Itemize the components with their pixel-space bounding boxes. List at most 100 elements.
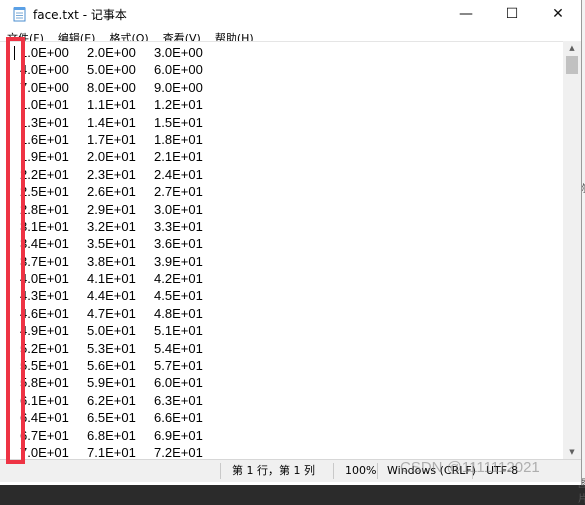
text-value: 4.7E+01: [87, 305, 136, 321]
close-icon: ✕: [552, 6, 564, 22]
text-value: 2.5E+01: [20, 184, 69, 200]
highlight-box: [6, 37, 25, 464]
close-button[interactable]: ✕: [535, 0, 581, 28]
text-value: 1.0E+01: [20, 97, 69, 113]
text-line: 2.5E+01 2.6E+01 2.7E+01: [20, 183, 221, 200]
text-value: 1.7E+01: [87, 131, 136, 147]
text-value: 5.8E+01: [20, 375, 69, 391]
text-value: 7.2E+01: [154, 444, 203, 460]
text-value: 6.9E+01: [154, 427, 203, 443]
text-line: 3.7E+01 3.8E+01 3.9E+01: [20, 253, 221, 270]
text-value: 5.3E+01: [87, 340, 136, 356]
text-value: 4.8E+01: [154, 305, 203, 321]
text-value: 1.1E+01: [87, 97, 136, 113]
text-value: 1.4E+01: [87, 114, 136, 130]
text-value: 6.6E+01: [154, 410, 203, 426]
text-line: 4.6E+01 4.7E+01 4.8E+01: [20, 305, 221, 322]
text-value: 3.2E+01: [87, 218, 136, 234]
text-value: 4.4E+01: [87, 288, 136, 304]
text-value: 2.1E+01: [154, 149, 203, 165]
text-value: 3.3E+01: [154, 218, 203, 234]
text-value: 3.9E+01: [154, 253, 203, 269]
text-line: 4.0E+00 5.0E+00 6.0E+00: [20, 61, 221, 78]
text-value: 6.0E+00: [154, 62, 203, 78]
text-value: 4.2E+01: [154, 271, 203, 287]
text-editor-area[interactable]: 1.0E+00 2.0E+00 3.0E+00 4.0E+00 5.0E+00 6.0E+…: [0, 41, 563, 460]
watermark-text: CSDN @1111112021: [400, 459, 540, 476]
text-line: 6.1E+01 6.2E+01 6.3E+01: [20, 392, 221, 409]
text-value: 2.8E+01: [20, 201, 69, 217]
text-line: 6.7E+01 6.8E+01 6.9E+01: [20, 427, 221, 444]
title-bar[interactable]: face.txt - 记事本 — ☐ ✕: [0, 0, 581, 28]
text-line: 1.3E+01 1.4E+01 1.5E+01: [20, 114, 221, 131]
text-value: 1.0E+00: [20, 45, 69, 60]
minimize-button[interactable]: —: [443, 0, 489, 28]
text-value: 4.0E+00: [20, 62, 69, 78]
text-line: 2.8E+01 2.9E+01 3.0E+01: [20, 201, 221, 218]
text-value: 6.3E+01: [154, 392, 203, 408]
text-value: 5.2E+01: [20, 340, 69, 356]
text-value: 5.9E+01: [87, 375, 136, 391]
text-value: 2.0E+01: [87, 149, 136, 165]
text-line: 4.0E+01 4.1E+01 4.2E+01: [20, 270, 221, 287]
maximize-button[interactable]: ☐: [489, 0, 535, 28]
text-value: 7.0E+01: [20, 444, 69, 460]
text-value: 3.6E+01: [154, 236, 203, 252]
text-value: 3.7E+01: [20, 253, 69, 269]
scroll-up-icon[interactable]: ▲: [563, 41, 581, 55]
status-divider: [377, 463, 378, 479]
text-line: 3.4E+01 3.5E+01 3.6E+01: [20, 235, 221, 252]
text-value: 3.4E+01: [20, 236, 69, 252]
text-value: 6.2E+01: [87, 392, 136, 408]
text-value: 2.7E+01: [154, 184, 203, 200]
text-value: 1.5E+01: [154, 114, 203, 130]
text-value: 3.0E+00: [154, 45, 203, 60]
text-value: 6.4E+01: [20, 410, 69, 426]
text-value: 5.7E+01: [154, 358, 203, 374]
scroll-down-icon[interactable]: ▼: [563, 445, 581, 459]
status-divider: [220, 463, 221, 479]
text-value: 1.6E+01: [20, 131, 69, 147]
text-value: 4.1E+01: [87, 271, 136, 287]
text-value: 4.9E+01: [20, 323, 69, 339]
scroll-thumb[interactable]: [566, 56, 578, 74]
text-value: 5.4E+01: [154, 340, 203, 356]
maximize-icon: ☐: [505, 6, 519, 22]
text-line: 5.8E+01 5.9E+01 6.0E+01: [20, 374, 221, 391]
text-value: 6.8E+01: [87, 427, 136, 443]
zoom-level: 100%: [345, 464, 377, 477]
text-value: 2.6E+01: [87, 184, 136, 200]
text-line: 6.4E+01 6.5E+01 6.6E+01: [20, 409, 221, 426]
text-value: 4.0E+01: [20, 271, 69, 287]
text-line: 2.2E+01 2.3E+01 2.4E+01: [20, 166, 221, 183]
text-value: 9.0E+00: [154, 79, 203, 95]
text-value: 4.3E+01: [20, 288, 69, 304]
text-value: 6.5E+01: [87, 410, 136, 426]
text-line: 7.0E+01 7.1E+01 7.2E+01: [20, 444, 221, 460]
vertical-scrollbar[interactable]: ▲ ▼: [563, 41, 581, 459]
text-value: 1.9E+01: [20, 149, 69, 165]
text-value: 5.0E+00: [87, 62, 136, 78]
text-value: 2.0E+00: [87, 45, 136, 60]
notepad-window: face.txt - 记事本 — ☐ ✕ 文件(F) 编辑(E) 格式(O) 查…: [0, 0, 582, 485]
text-line: 7.0E+00 8.0E+00 9.0E+00: [20, 79, 221, 96]
text-value: 3.0E+01: [154, 201, 203, 217]
text-value: 6.0E+01: [154, 375, 203, 391]
text-value: 2.9E+01: [87, 201, 136, 217]
window-title: face.txt - 记事本: [33, 7, 127, 22]
text-value: 5.5E+01: [20, 358, 69, 374]
window-controls: — ☐ ✕: [443, 0, 581, 28]
text-value: 5.6E+01: [87, 358, 136, 374]
text-value: 1.2E+01: [154, 97, 203, 113]
text-line: 3.1E+01 3.2E+01 3.3E+01: [20, 218, 221, 235]
notepad-app-icon: [13, 7, 26, 22]
text-line: 4.3E+01 4.4E+01 4.5E+01: [20, 287, 221, 304]
text-line: 1.0E+01 1.1E+01 1.2E+01: [20, 96, 221, 113]
text-line: 4.9E+01 5.0E+01 5.1E+01: [20, 322, 221, 339]
cursor-position: 第 1 行，第 1 列: [232, 464, 315, 477]
text-value: 5.0E+01: [87, 323, 136, 339]
text-value: 3.1E+01: [20, 218, 69, 234]
text-value: 8.0E+00: [87, 79, 136, 95]
text-value: 4.6E+01: [20, 305, 69, 321]
text-value: 6.7E+01: [20, 427, 69, 443]
